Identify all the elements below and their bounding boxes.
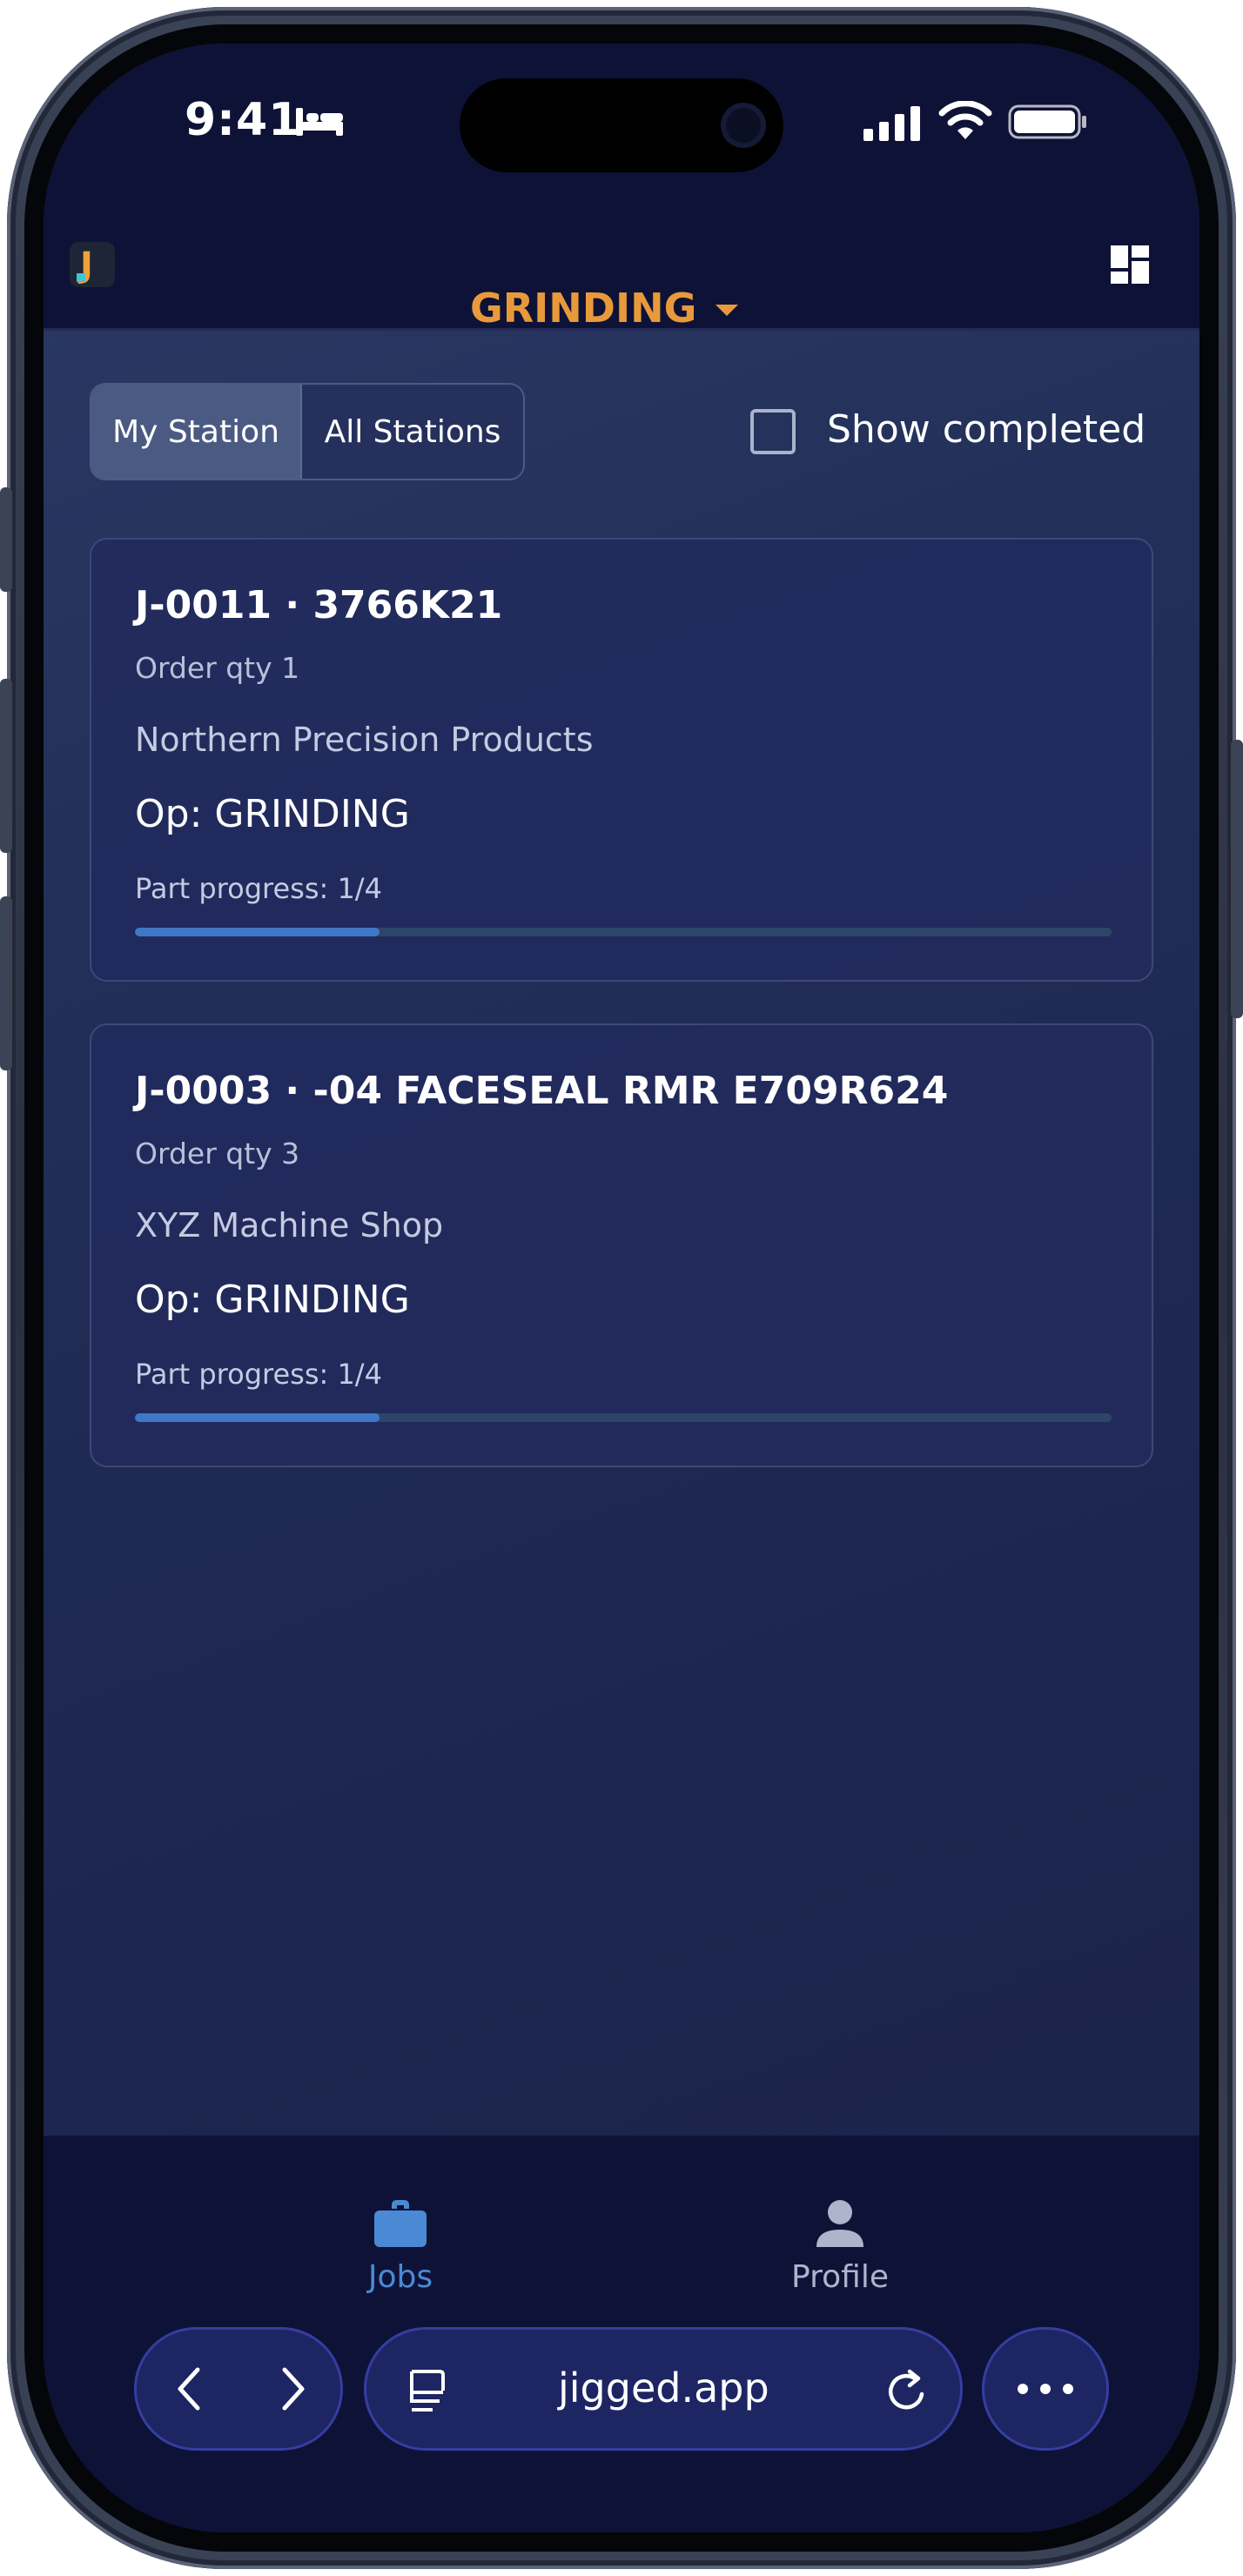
job-progress-bar [135, 1413, 1112, 1422]
toggle-my-station[interactable]: My Station [91, 385, 303, 479]
nav-jobs[interactable]: Jobs [313, 2198, 487, 2295]
more-icon [1018, 2384, 1073, 2394]
power-button [1231, 740, 1243, 1018]
job-customer: Northern Precision Products [135, 721, 594, 759]
nav-profile-label: Profile [791, 2259, 889, 2295]
station-selector[interactable]: GRINDING [470, 273, 739, 343]
action-button [0, 487, 12, 592]
front-camera [721, 103, 766, 148]
grid-icon[interactable] [1111, 245, 1149, 284]
job-qty: Order qty 1 [135, 651, 300, 685]
job-title: J-0003 · -04 FACESEAL RMR E709R624 [135, 1069, 949, 1113]
station-label: GRINDING [470, 285, 697, 332]
status-bar: 9:41 [44, 44, 1199, 174]
more-button[interactable] [982, 2327, 1109, 2451]
status-time: 9:41 [185, 94, 301, 146]
reader-icon[interactable] [405, 2368, 448, 2415]
job-title: J-0011 · 3766K21 [135, 583, 503, 627]
back-icon[interactable] [165, 2361, 217, 2417]
job-operation: Op: GRINDING [135, 792, 410, 836]
app-logo-icon[interactable]: J [70, 242, 115, 287]
wifi-icon [938, 101, 992, 139]
nav-profile[interactable]: Profile [753, 2198, 927, 2295]
show-completed-label[interactable]: Show completed [827, 407, 1146, 452]
nav-jobs-label: Jobs [367, 2259, 433, 2295]
volume-down-button [0, 896, 12, 1070]
toggle-all-stations[interactable]: All Stations [302, 385, 523, 479]
job-progress-fill [135, 928, 380, 936]
job-progress-bar [135, 928, 1112, 936]
volume-up-button [0, 679, 12, 853]
job-customer: XYZ Machine Shop [135, 1206, 444, 1244]
url-bar[interactable]: jigged.app [364, 2327, 963, 2451]
station-toggle-group: My Station All Stations [90, 383, 525, 480]
forward-icon[interactable] [265, 2361, 318, 2417]
job-progress-label: Part progress: 1/4 [135, 872, 382, 905]
job-card[interactable]: J-0011 · 3766K21 Order qty 1 Northern Pr… [90, 538, 1153, 982]
bed-icon [296, 108, 343, 136]
browser-nav-pill [134, 2327, 343, 2451]
url-text: jigged.app [558, 2365, 769, 2412]
job-operation: Op: GRINDING [135, 1278, 410, 1322]
job-progress-label: Part progress: 1/4 [135, 1358, 382, 1391]
signal-icon [863, 106, 920, 141]
battery-icon [1008, 104, 1086, 139]
reload-icon[interactable] [884, 2368, 931, 2415]
screen: 9:41 J GRINDING My Station All Stations … [44, 44, 1199, 2532]
job-progress-fill [135, 1413, 380, 1422]
briefcase-icon [374, 2200, 427, 2247]
job-card[interactable]: J-0003 · -04 FACESEAL RMR E709R624 Order… [90, 1023, 1153, 1467]
show-completed-checkbox[interactable] [750, 409, 796, 454]
job-qty: Order qty 3 [135, 1137, 300, 1171]
caret-down-icon [716, 304, 739, 316]
person-icon [816, 2200, 863, 2247]
